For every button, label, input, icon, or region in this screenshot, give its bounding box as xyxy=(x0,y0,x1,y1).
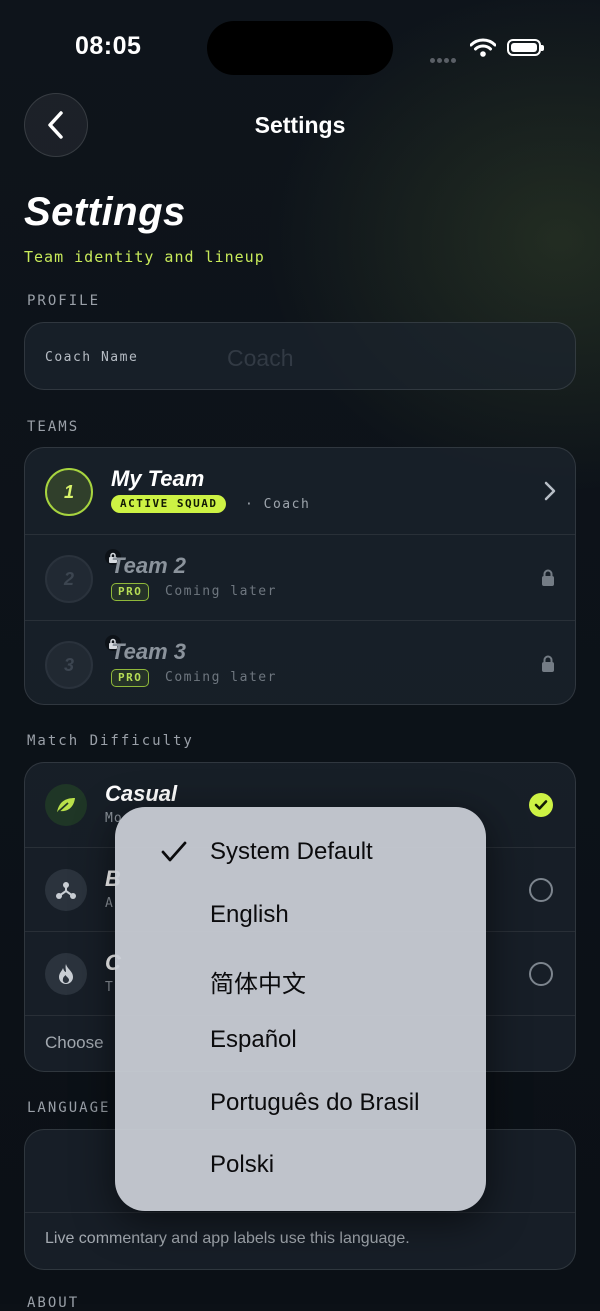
chevron-right-icon xyxy=(543,480,557,507)
radio-checked[interactable] xyxy=(529,793,553,817)
menu-item-label: Polski xyxy=(210,1151,275,1178)
menu-item-polish[interactable]: Polski xyxy=(115,1134,486,1196)
lock-icon xyxy=(541,569,555,591)
difficulty-section-label: Match Difficulty xyxy=(27,733,194,749)
difficulty-note: Choose xyxy=(45,1033,104,1052)
teams-section-label: TEAMS xyxy=(27,419,80,435)
menu-item-english[interactable]: English xyxy=(115,884,486,946)
about-section-label-partial: ABOUT xyxy=(27,1295,80,1311)
active-squad-badge: ACTIVE SQUAD xyxy=(111,495,227,513)
team-number-badge: 1 xyxy=(45,468,93,516)
menu-item-label: Português do Brasil xyxy=(210,1089,420,1116)
teams-card: 1 My Team ACTIVE SQUAD · Coach 2 Team 2 … xyxy=(24,447,576,705)
menu-item-label: English xyxy=(210,901,289,928)
nav-title: Settings xyxy=(254,112,346,138)
language-menu: System Default English 简体中文 Español Port… xyxy=(115,807,486,1211)
network-icon xyxy=(45,869,87,911)
coach-name-card: Coach Name xyxy=(24,322,576,390)
menu-item-spanish[interactable]: Español xyxy=(115,1009,486,1071)
menu-item-label: System Default xyxy=(210,838,373,865)
lock-icon xyxy=(541,655,555,677)
dynamic-island xyxy=(207,21,393,75)
team-row-3[interactable]: 3 Team 3 PRO Coming later xyxy=(25,620,575,704)
language-section-label: LANGUAGE xyxy=(27,1100,111,1116)
menu-item-chinese[interactable]: 简体中文 xyxy=(115,947,486,1009)
language-note: Live commentary and app labels use this … xyxy=(45,1230,410,1247)
team-row-1[interactable]: 1 My Team ACTIVE SQUAD · Coach xyxy=(25,448,575,534)
coach-name-label: Coach Name xyxy=(45,350,139,365)
divider xyxy=(25,1212,575,1213)
menu-item-label: 简体中文 xyxy=(210,971,306,998)
menu-item-label: Español xyxy=(210,1026,297,1053)
status-time: 08:05 xyxy=(75,32,142,60)
team-name: Team 3 xyxy=(111,639,187,664)
team-meta: · Coach xyxy=(245,497,311,512)
radio-unchecked[interactable] xyxy=(529,878,553,902)
profile-section-label: PROFILE xyxy=(27,293,101,309)
difficulty-name: Casual xyxy=(105,781,178,806)
checkmark-icon xyxy=(161,841,187,862)
menu-item-system-default[interactable]: System Default xyxy=(115,821,486,883)
leaf-icon xyxy=(45,784,87,826)
difficulty-desc: T xyxy=(105,980,114,995)
team-name: Team 2 xyxy=(111,553,187,578)
team-meta: Coming later xyxy=(165,584,277,599)
radio-unchecked[interactable] xyxy=(529,962,553,986)
checkmark-icon xyxy=(534,800,548,810)
menu-item-portuguese[interactable]: Português do Brasil xyxy=(115,1072,486,1134)
pro-badge: PRO xyxy=(111,583,150,601)
team-row-2[interactable]: 2 Team 2 PRO Coming later xyxy=(25,534,575,621)
team-name: My Team xyxy=(111,466,205,491)
team-meta: Coming later xyxy=(165,670,277,685)
signal-icon xyxy=(430,50,458,68)
flame-icon xyxy=(45,953,87,995)
coach-name-input[interactable] xyxy=(225,337,559,379)
difficulty-desc: A xyxy=(105,896,114,911)
team-number-badge: 2 xyxy=(45,555,93,603)
page-title: Settings xyxy=(24,190,186,234)
battery-icon xyxy=(507,39,544,56)
team-number-badge: 3 xyxy=(45,641,93,689)
wifi-icon xyxy=(469,38,497,63)
pro-badge: PRO xyxy=(111,669,150,687)
page-subtitle: Team identity and lineup xyxy=(24,248,265,266)
